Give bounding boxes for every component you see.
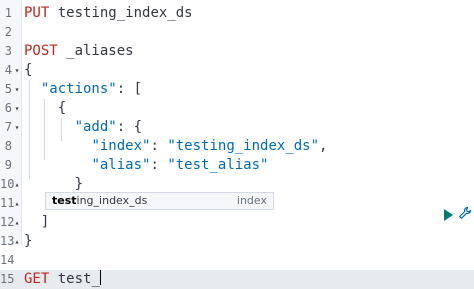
fold-end-icon[interactable]: ▴: [13, 232, 21, 251]
code-text: "add": {: [24, 118, 142, 137]
line-number: 11: [0, 196, 15, 210]
fold-collapse-icon[interactable]: ▾: [13, 118, 21, 137]
autocomplete-suggestion[interactable]: testing_index_ds: [52, 193, 147, 209]
code-token: :: [150, 157, 168, 173]
json-string: "test_alias": [167, 157, 269, 173]
fold-end-icon[interactable]: ▴: [13, 213, 21, 232]
code-text: PUT testing_index_ds: [24, 4, 193, 23]
code-text: {: [24, 61, 32, 80]
code-line[interactable]: 9 "alias": "test_alias": [0, 156, 474, 175]
indent-guide: [61, 118, 62, 141]
indent-guide: [29, 80, 30, 179]
fold-collapse-icon[interactable]: ▾: [13, 99, 21, 118]
fold-collapse-icon[interactable]: ▾: [13, 80, 21, 99]
code-line[interactable]: 15 GET test_: [0, 270, 474, 289]
code-token: {: [57, 100, 67, 116]
code-token: :: [150, 138, 168, 154]
line-number: 5: [4, 82, 12, 96]
code-text: "actions": [: [24, 80, 142, 99]
code-text: "index": "testing_index_ds",: [24, 137, 327, 156]
line-number: 7: [4, 120, 12, 134]
code-token: testing_index_ds: [57, 5, 193, 21]
indent-guide: [44, 99, 45, 160]
line-number: 10: [0, 177, 15, 191]
line-number: 12: [0, 215, 15, 229]
code-text: POST _aliases: [24, 42, 134, 61]
code-line[interactable]: 8 "index": "testing_index_ds",: [0, 137, 474, 156]
line-number: 6: [4, 101, 12, 115]
line-number: 2: [4, 25, 12, 39]
code-text: }: [24, 232, 32, 251]
code-text: "alias": "test_alias": [24, 156, 268, 175]
autocomplete-popup[interactable]: testing_index_ds index: [45, 192, 274, 210]
wrench-icon[interactable]: [458, 206, 472, 220]
code-token: : {: [116, 119, 143, 135]
code-line[interactable]: 6 ▾ {: [0, 99, 474, 118]
fold-end-icon[interactable]: ▴: [13, 194, 21, 213]
code-token: test_: [49, 271, 100, 287]
json-string: "actions": [40, 81, 117, 97]
line-number: 1: [4, 6, 12, 20]
code-line[interactable]: 4 ▾{: [0, 61, 474, 80]
code-token: }: [24, 233, 33, 249]
code-line[interactable]: 13 ▴}: [0, 232, 474, 251]
fold-collapse-icon[interactable]: ▾: [13, 61, 21, 80]
code-text: GET test_: [24, 270, 101, 289]
json-string: "add": [74, 119, 117, 135]
fold-end-icon[interactable]: ▴: [13, 175, 21, 194]
http-method: POST: [24, 43, 58, 59]
code-line[interactable]: 7 ▾ "add": {: [0, 118, 474, 137]
line-number: 13: [0, 234, 15, 248]
code-line[interactable]: 2: [0, 23, 474, 42]
code-token: ,: [319, 138, 328, 154]
code-line[interactable]: 1 PUT testing_index_ds: [0, 4, 474, 23]
code-text: ]: [24, 213, 49, 232]
line-number: 8: [4, 139, 12, 153]
text-cursor: [99, 270, 101, 285]
code-line[interactable]: 5 ▾ "actions": [: [0, 80, 474, 99]
line-number: 4: [4, 63, 12, 77]
code-line[interactable]: 3 POST _aliases: [0, 42, 474, 61]
code-token: ]: [40, 214, 50, 230]
code-text: {: [24, 99, 66, 118]
code-line[interactable]: 14: [0, 251, 474, 270]
json-string: "testing_index_ds": [167, 138, 320, 154]
line-number: 14: [0, 253, 15, 267]
code-token: : [: [116, 81, 143, 97]
play-icon[interactable]: [444, 209, 453, 221]
http-method: GET: [24, 271, 50, 287]
line-number: 3: [4, 44, 12, 58]
suggestion-rest: ing_index_ds: [76, 194, 148, 207]
line-number: 9: [4, 158, 12, 172]
json-string: "index": [91, 138, 151, 154]
json-string: "alias": [91, 157, 151, 173]
suggestion-type: index: [236, 194, 267, 207]
code-token: {: [24, 62, 33, 78]
code-token: }: [74, 176, 84, 192]
suggestion-match: test: [52, 194, 77, 207]
line-number: 15: [0, 272, 15, 286]
code-token: _aliases: [57, 43, 134, 59]
code-line[interactable]: 12 ▴ ]: [0, 213, 474, 232]
http-method: PUT: [24, 5, 50, 21]
